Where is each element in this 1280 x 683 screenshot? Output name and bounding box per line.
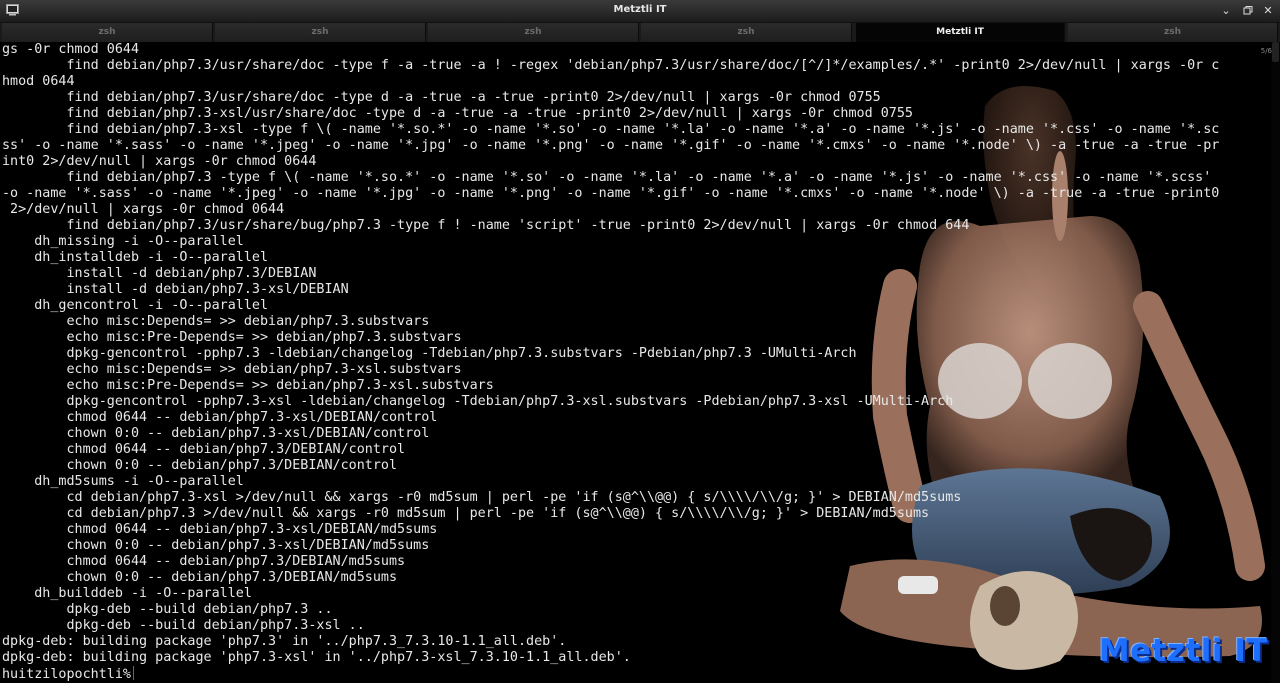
terminal-line: chown 0:0 -- debian/php7.3-xsl/DEBIAN/co…: [2, 426, 430, 441]
maximize-icon[interactable]: [1240, 3, 1256, 19]
terminal-line: echo misc:Depends= >> debian/php7.3.subs…: [2, 314, 430, 329]
terminal-line: find debian/php7.3-xsl/usr/share/doc -ty…: [2, 106, 913, 121]
terminal-line: echo misc:Depends= >> debian/php7.3-xsl.…: [2, 362, 462, 377]
terminal-output[interactable]: 5/6 gs -0r chmod 0644 find debian/php7.3…: [0, 42, 1280, 683]
shell-prompt: huitzilopochtli%: [2, 667, 131, 682]
terminal-line: find debian/php7.3-xsl -type f \( -name …: [2, 122, 1220, 137]
tab-zsh-2[interactable]: zsh: [215, 23, 426, 42]
scroll-position-indicator: 5/6: [1260, 47, 1272, 55]
terminal-line: chown 0:0 -- debian/php7.3/DEBIAN/contro…: [2, 458, 398, 473]
terminal-line: echo misc:Pre-Depends= >> debian/php7.3.…: [2, 330, 462, 345]
tab-label: zsh: [98, 27, 116, 37]
tab-zsh-1[interactable]: zsh: [2, 23, 213, 42]
terminal-window: Metztli IT ⌄ ✕ zsh zsh zsh zsh Metztli I…: [0, 0, 1280, 683]
terminal-line: dpkg-deb: building package 'php7.3-xsl' …: [2, 650, 631, 665]
prompt-line[interactable]: huitzilopochtli%: [2, 666, 134, 682]
terminal-line: echo misc:Pre-Depends= >> debian/php7.3-…: [2, 378, 494, 393]
terminal-line: 2>/dev/null | xargs -0r chmod 0644: [2, 202, 285, 217]
tab-zsh-3[interactable]: zsh: [428, 23, 639, 42]
terminal-line: chmod 0644 -- debian/php7.3/DEBIAN/md5su…: [2, 554, 406, 569]
tab-label: zsh: [737, 27, 755, 37]
terminal-line: gs -0r chmod 0644: [2, 42, 140, 57]
terminal-line: cd debian/php7.3-xsl >/dev/null && xargs…: [2, 490, 962, 505]
window-title: Metztli IT: [613, 4, 667, 15]
terminal-line: ss' -o -name '*.sass' -o -name '*.jpeg' …: [2, 138, 1220, 153]
text-cursor: [133, 666, 134, 680]
terminal-line: int0 2>/dev/null | xargs -0r chmod 0644: [2, 154, 317, 169]
title-bar[interactable]: Metztli IT ⌄ ✕: [0, 0, 1280, 23]
scrollbar-thumb[interactable]: [1272, 42, 1279, 62]
terminal-line: find debian/php7.3/usr/share/doc -type f…: [2, 58, 1220, 73]
terminal-line: find debian/php7.3/usr/share/bug/php7.3 …: [2, 218, 970, 233]
tab-metztli-it[interactable]: Metztli IT: [856, 23, 1065, 42]
terminal-line: chmod 0644 -- debian/php7.3/DEBIAN/contr…: [2, 442, 406, 457]
terminal-line: chmod 0644 -- debian/php7.3-xsl/DEBIAN/m…: [2, 522, 438, 537]
terminal-line: find debian/php7.3/usr/share/doc -type d…: [2, 90, 881, 105]
tab-label: Metztli IT: [936, 27, 984, 37]
terminal-line: find debian/php7.3 -type f \( -name '*.s…: [2, 170, 1212, 185]
terminal-line: dh_installdeb -i -O--parallel: [2, 250, 269, 265]
tab-zsh-4[interactable]: zsh: [641, 23, 852, 42]
terminal-line: -o -name '*.sass' -o -name '*.jpeg' -o -…: [2, 186, 1220, 201]
terminal-line: dpkg-gencontrol -pphp7.3 -ldebian/change…: [2, 346, 857, 361]
terminal-line: dpkg-deb --build debian/php7.3-xsl ..: [2, 618, 365, 633]
tab-label: zsh: [311, 27, 329, 37]
terminal-line: dh_md5sums -i -O--parallel: [2, 474, 244, 489]
chevron-down-icon[interactable]: ⌄: [1218, 3, 1234, 19]
terminal-line: chmod 0644 -- debian/php7.3-xsl/DEBIAN/c…: [2, 410, 438, 425]
brand-watermark: Metztli IT: [1098, 633, 1268, 669]
tab-zsh-5[interactable]: zsh: [1068, 23, 1278, 42]
terminal-line: install -d debian/php7.3/DEBIAN: [2, 266, 317, 281]
terminal-line: dh_gencontrol -i -O--parallel: [2, 298, 269, 313]
tab-bar: zsh zsh zsh zsh Metztli IT zsh: [0, 23, 1280, 42]
terminal-line: dh_missing -i -O--parallel: [2, 234, 244, 249]
terminal-line: dh_builddeb -i -O--parallel: [2, 586, 252, 601]
terminal-line: cd debian/php7.3 >/dev/null && xargs -r0…: [2, 506, 930, 521]
tab-label: zsh: [1163, 27, 1181, 37]
terminal-line: chown 0:0 -- debian/php7.3/DEBIAN/md5sum…: [2, 570, 398, 585]
terminal-line: hmod 0644: [2, 74, 75, 89]
close-icon[interactable]: ✕: [1260, 3, 1276, 19]
tab-label: zsh: [524, 27, 542, 37]
terminal-line: dpkg-deb: building package 'php7.3' in '…: [2, 634, 567, 649]
terminal-line: chown 0:0 -- debian/php7.3-xsl/DEBIAN/md…: [2, 538, 430, 553]
terminal-line: dpkg-gencontrol -pphp7.3-xsl -ldebian/ch…: [2, 394, 954, 409]
terminal-line: install -d debian/php7.3-xsl/DEBIAN: [2, 282, 349, 297]
scrollbar[interactable]: [1271, 42, 1280, 683]
terminal-line: dpkg-deb --build debian/php7.3 ..: [2, 602, 333, 617]
